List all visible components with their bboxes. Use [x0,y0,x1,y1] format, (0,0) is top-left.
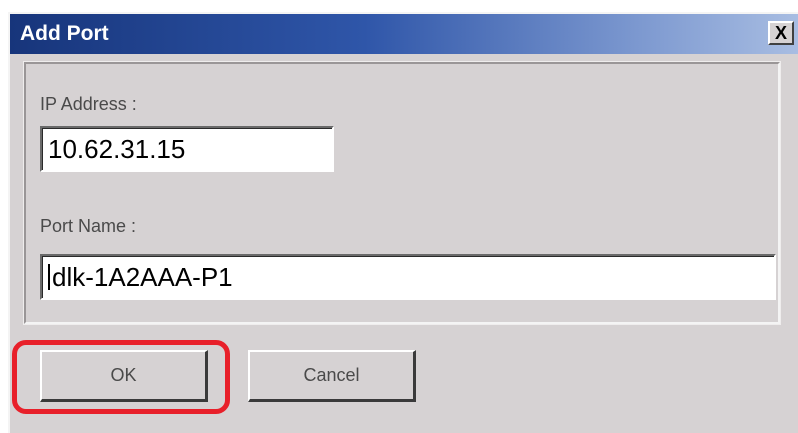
port-name-label: Port Name : [40,216,137,236]
ip-address-label: IP Address : [40,94,137,114]
ok-button[interactable]: OK [40,350,208,402]
cancel-button-label: Cancel [303,365,360,385]
ok-button-label: OK [110,365,137,385]
ip-address-input[interactable]: 10.62.31.15 [40,126,334,172]
title-bar[interactable]: Add Port X [10,14,798,54]
dialog-title: Add Port [20,22,109,45]
port-name-input[interactable]: dlk-1A2AAA-P1 [40,254,776,300]
close-icon: X [774,23,787,43]
close-button[interactable]: X [768,21,794,45]
port-name-value: dlk-1A2AAA-P1 [52,261,233,292]
ip-address-value: 10.62.31.15 [48,133,186,164]
text-caret [48,264,50,290]
cancel-button[interactable]: Cancel [248,350,416,402]
